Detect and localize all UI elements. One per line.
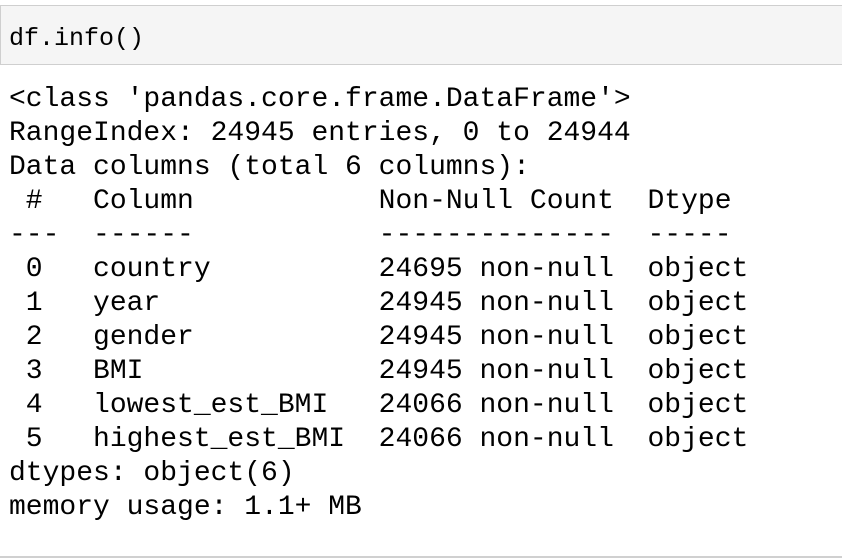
output-table-separator: --- ------ -------------- ----- — [9, 220, 749, 251]
output-text: <class 'pandas.core.frame.DataFrame'> Ran… — [9, 83, 748, 525]
output-table-row: 2 gender 24945 non-null object — [9, 322, 749, 353]
output-table-row: 4 lowest_est_BMI 24066 non-null object — [9, 390, 749, 421]
output-table-row: 0 country 24695 non-null object — [9, 254, 749, 285]
cell-output: <class 'pandas.core.frame.DataFrame'> Ran… — [0, 65, 842, 560]
output-line-dtypes: dtypes: object(6) — [9, 458, 295, 489]
code-input-text: df.info() — [9, 24, 145, 53]
output-line-rangeindex: RangeIndex: 24945 entries, 0 to 24944 — [9, 118, 631, 149]
output-line-class: <class 'pandas.core.frame.DataFrame'> — [9, 84, 631, 115]
output-line-data-columns: Data columns (total 6 columns): — [9, 152, 530, 183]
divider — [0, 556, 842, 558]
output-table-row: 5 highest_est_BMI 24066 non-null object — [9, 424, 749, 455]
output-line-memory-usage: memory usage: 1.1+ MB — [9, 492, 362, 523]
output-table-header: # Column Non-Null Count Dtype — [9, 186, 749, 217]
code-input-cell[interactable]: df.info() — [0, 5, 842, 65]
output-table-row: 1 year 24945 non-null object — [9, 288, 749, 319]
output-table-row: 3 BMI 24945 non-null object — [9, 356, 749, 387]
